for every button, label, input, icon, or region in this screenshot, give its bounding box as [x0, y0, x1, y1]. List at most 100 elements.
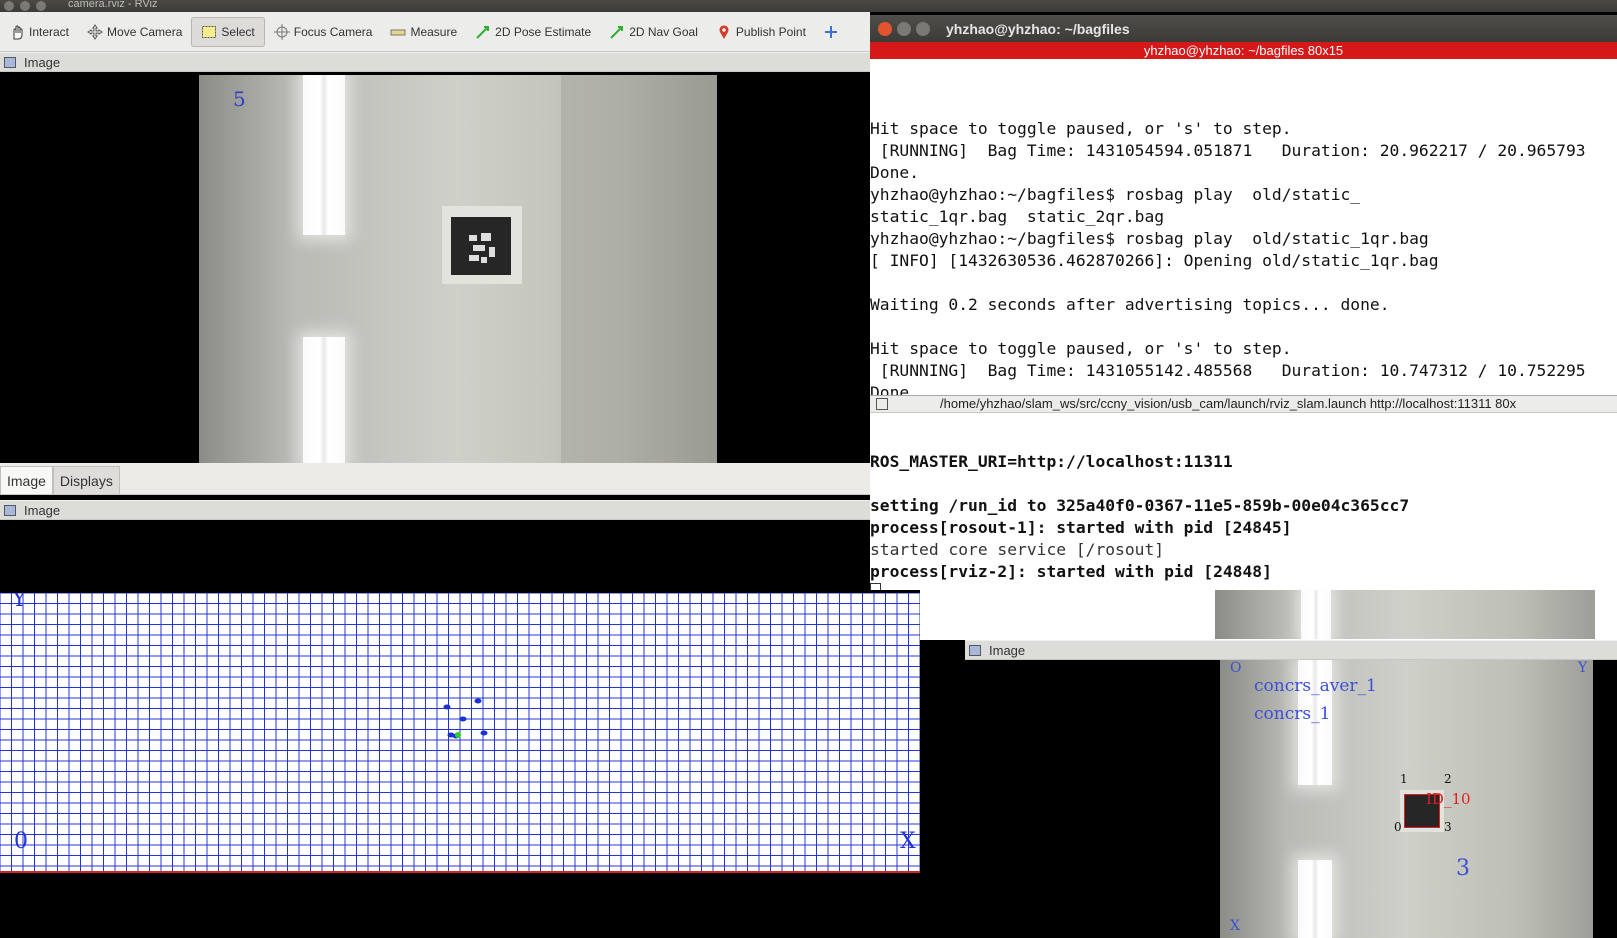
tab-image[interactable]: Image [0, 466, 53, 494]
close-icon[interactable] [878, 21, 892, 36]
terminal1-line: yhzhao@yhzhao:~/bagfiles$ rosbag play ol… [870, 229, 1429, 248]
select-tool-label: Select [221, 24, 255, 39]
publish-point-label: Publish Point [735, 24, 806, 39]
terminal1-line [870, 316, 1617, 338]
terminal1-body[interactable]: Hit space to toggle paused, or 's' to st… [870, 59, 1617, 395]
pose-estimate-tool[interactable]: 2D Pose Estimate [466, 17, 600, 47]
select-icon [202, 25, 217, 38]
nav-goal-tool[interactable]: 2D Nav Goal [600, 17, 707, 47]
panel-icon [4, 56, 16, 68]
grid-lines [0, 593, 920, 873]
window-controls[interactable] [4, 1, 60, 11]
hand-icon [13, 25, 23, 39]
terminal1-subtitle: yhzhao@yhzhao: ~/bagfiles 80x15 [1143, 43, 1344, 58]
image-panel-header: Image [0, 52, 870, 72]
measure-tool-label: Measure [410, 24, 458, 39]
publish-point-tool[interactable]: Publish Point [707, 17, 815, 47]
focus-camera-label: Focus Camera [293, 24, 373, 39]
add-tool-button[interactable] [815, 17, 851, 47]
corner-num-3: 3 [1444, 820, 1452, 834]
interact-tool[interactable]: Interact [0, 17, 78, 47]
grid-panel-title: Image [24, 502, 61, 518]
nav-goal-arrow-icon [610, 25, 624, 39]
focus-camera-tool[interactable]: Focus Camera [265, 17, 382, 47]
corner-num-1: 1 [1400, 772, 1408, 786]
select-tool[interactable]: Select [191, 16, 265, 47]
measure-tool[interactable]: Measure [381, 17, 466, 47]
qr-pattern-icon [469, 233, 495, 263]
terminal1-line: static_1qr.bag static_2qr.bag [870, 207, 1165, 226]
grid-x-label: X [900, 829, 916, 854]
ceiling-light [303, 337, 345, 463]
terminal1-line: Waiting 0.2 seconds after advertising to… [870, 295, 1390, 314]
overlay-big-number: 3 [1456, 856, 1470, 881]
terminal1-line: Hit space to toggle paused, or 's' to st… [870, 339, 1292, 358]
image-panel-title: Image [24, 54, 61, 70]
maximize-icon[interactable] [916, 21, 930, 36]
overlay-corner-x: X [1230, 918, 1240, 934]
panel-icon [4, 504, 16, 516]
terminal2-line: process[rviz-2]: started with pid [24848… [870, 562, 1272, 581]
ceiling-light [1301, 590, 1331, 639]
secondary-panel-title: Image [989, 642, 1026, 658]
wall-shadow [561, 75, 717, 463]
tracked-point [480, 730, 488, 736]
terminal2-line: process[rosout-1]: started with pid [248… [870, 518, 1292, 537]
grid-y-label: Y [12, 593, 27, 612]
tracked-point [474, 698, 482, 704]
terminal-cursor [870, 583, 881, 590]
terminal1-line: Hit space to toggle paused, or 's' to st… [870, 119, 1292, 138]
terminal1-line: Done. [870, 163, 920, 182]
tracked-point [443, 704, 451, 710]
terminal2-line: started core service [/rosout] [870, 540, 1165, 559]
tracked-point [459, 716, 467, 722]
secondary-image-strip [1215, 590, 1595, 639]
marker-id-label: ID_10 [1426, 790, 1471, 808]
ruler-icon [390, 29, 406, 35]
grid-panel-header: Image [0, 500, 870, 520]
move-camera-tool[interactable]: Move Camera [78, 17, 191, 47]
tab-displays[interactable]: Displays [52, 466, 120, 494]
overlay-number: 5 [233, 87, 246, 111]
corner-num-0: 0 [1394, 820, 1402, 834]
rviz-title-bar: camera.rviz - RViz [0, 0, 1617, 12]
terminal1-line: Done. [870, 383, 920, 395]
move-camera-icon [87, 23, 103, 40]
image-panel-view[interactable]: 5 [0, 72, 870, 463]
terminal1-line: [RUNNING] Bag Time: 1431055142.485568 Du… [870, 361, 1586, 380]
camera-image: 5 [199, 75, 717, 463]
terminal1-title: yhzhao@yhzhao: ~/bagfiles [946, 20, 1130, 37]
terminal2-output: ROS_MASTER_URI=http://localhost:11311 set… [870, 451, 1617, 590]
plus-icon [824, 25, 837, 38]
overlay-text-1: concrs_aver_1 [1254, 676, 1377, 696]
ceiling-light [1298, 860, 1332, 938]
secondary-rviz-window[interactable]: Image O Y X concrs_aver_1 concrs_1 ID_10… [920, 590, 1617, 938]
overlay-text-2: concrs_1 [1254, 704, 1331, 724]
pose-estimate-label: 2D Pose Estimate [495, 24, 592, 39]
terminal-icon [876, 398, 888, 410]
terminal2-line: setting /run_id to 325a40f0-0367-11e5-85… [870, 496, 1410, 515]
pose-arrow-icon [476, 25, 490, 39]
terminal2-title: /home/yhzhao/slam_ws/src/ccny_vision/usb… [940, 396, 1517, 411]
minimize-icon[interactable] [897, 21, 911, 36]
panel-tabs: Image Displays [0, 463, 870, 495]
terminal2-line [870, 473, 1617, 495]
corner-num-2: 2 [1444, 772, 1452, 786]
terminal1-titlebar[interactable]: yhzhao@yhzhao: ~/bagfiles [870, 15, 1617, 42]
rviz-window-title: camera.rviz - RViz [68, 0, 158, 10]
map-pin-icon [719, 24, 729, 39]
focus-camera-icon [273, 23, 290, 40]
nav-goal-label: 2D Nav Goal [629, 24, 698, 39]
rviz-toolbar: Interact Move Camera Select Focus Camera… [0, 12, 870, 52]
qr-marker [451, 217, 511, 275]
terminal1-line [870, 272, 1617, 294]
terminal2-body[interactable]: ROS_MASTER_URI=http://localhost:11311 set… [870, 413, 1617, 590]
terminal1-output: Hit space to toggle paused, or 's' to st… [870, 118, 1617, 395]
secondary-panel-header: Image [965, 640, 1617, 660]
secondary-camera-image: O Y X concrs_aver_1 concrs_1 ID_10 1 2 3… [1220, 660, 1593, 938]
move-camera-label: Move Camera [107, 24, 183, 39]
ceiling-light [303, 75, 345, 235]
terminal1-line: yhzhao@yhzhao:~/bagfiles$ rosbag play ol… [870, 185, 1361, 204]
terminal2-titlebar[interactable]: /home/yhzhao/slam_ws/src/ccny_vision/usb… [870, 395, 1617, 413]
grid-canvas: Y 0 X [0, 593, 920, 873]
